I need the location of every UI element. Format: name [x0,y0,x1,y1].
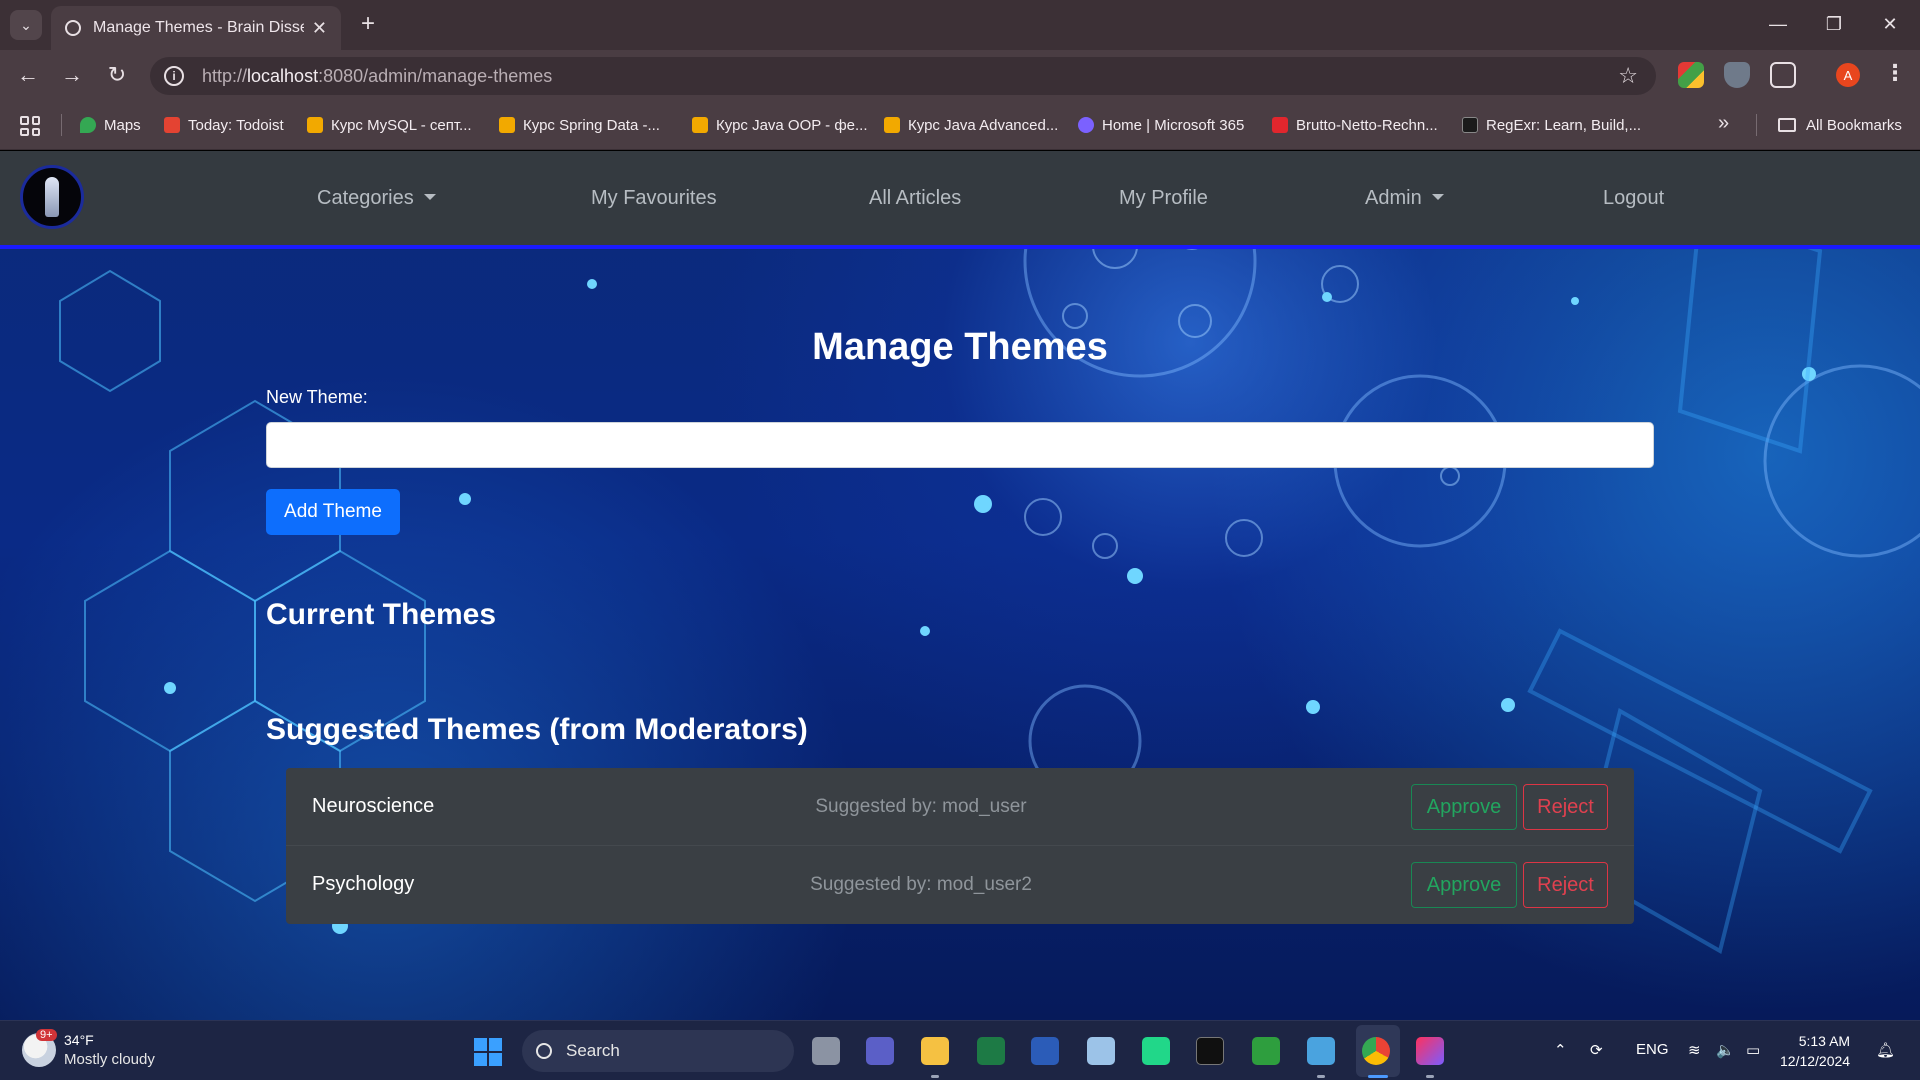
lock-app-icon[interactable] [1252,1037,1280,1065]
bookmark-star-icon[interactable]: ☆ [1618,63,1638,89]
teams-icon[interactable] [866,1037,894,1065]
current-themes-heading: Current Themes [266,598,497,631]
chrome-icon[interactable] [1362,1037,1390,1065]
folder-icon [1778,118,1796,132]
softuni-icon [884,117,900,133]
search-icon [536,1043,552,1059]
suggested-by-text: Suggested by: mod_user [815,796,1027,817]
forward-button[interactable]: → [56,59,88,91]
microsoft-365-icon [1078,117,1094,133]
bookmark-java-advanced-course[interactable]: Курс Java Advanced... [884,114,1058,136]
task-view-icon[interactable] [812,1037,840,1065]
page-title: Manage Themes [812,326,1108,368]
regexr-icon [1462,117,1478,133]
list-item: Psychology Suggested by: mod_user2 Appro… [286,846,1634,924]
add-theme-button[interactable]: Add Theme [266,489,400,535]
weather-badge: 9+ [36,1029,57,1041]
photos-icon[interactable] [1087,1037,1115,1065]
chevron-up-icon[interactable]: ⌃ [1554,1041,1567,1059]
all-bookmarks-button[interactable]: All Bookmarks [1778,114,1902,136]
bookmark-microsoft-365[interactable]: Home | Microsoft 365 [1078,114,1244,136]
suggested-themes-heading: Suggested Themes (from Moderators) [266,713,808,746]
extension-colorful-icon[interactable] [1678,62,1704,88]
suggested-by-text: Suggested by: mod_user2 [810,874,1032,895]
taskbar-search[interactable]: Search [522,1030,794,1072]
new-theme-input[interactable] [266,422,1654,468]
notification-bell-icon[interactable]: 🔔︎ [1876,1041,1895,1059]
clock-time: 5:13 AM [1798,1033,1851,1049]
new-theme-label: New Theme: [266,387,368,407]
reload-button[interactable]: ↻ [101,59,133,91]
list-item: Neuroscience Suggested by: mod_user Appr… [286,768,1634,846]
battery-icon[interactable]: ▭ [1746,1041,1760,1059]
bookmark-regexr[interactable]: RegExr: Learn, Build,... [1462,114,1641,136]
bookmark-java-oop-course[interactable]: Курс Java OOP - фе... [692,114,868,136]
browser-toolbar: ← → ↻ i http://localhost:8080/admin/mana… [0,50,1920,100]
running-indicator [1317,1075,1325,1078]
bookmark-brutto-netto[interactable]: Brutto-Netto-Rechn... [1272,114,1438,136]
intellij-icon[interactable] [1416,1037,1444,1065]
softuni-icon [499,117,515,133]
active-indicator [1368,1075,1388,1078]
approve-button[interactable]: Approve [1411,784,1517,830]
bookmark-maps[interactable]: Maps [80,114,141,136]
excel-icon[interactable] [977,1037,1005,1065]
file-explorer-icon[interactable] [921,1037,949,1065]
bookmarks-bar: Maps Today: Todoist Курс MySQL - септ...… [0,100,1920,150]
softuni-icon [692,117,708,133]
wifi-icon[interactable]: ≋ [1688,1041,1701,1059]
softuni-icon [307,117,323,133]
volume-icon[interactable]: 🔈 [1716,1041,1735,1059]
page-favicon-icon [65,20,81,36]
browser-menu-icon[interactable]: ⋮ [1884,60,1906,86]
more-bookmarks-icon[interactable]: » [1718,112,1729,135]
running-indicator [1426,1075,1434,1078]
close-window-button[interactable]: ✕ [1870,8,1910,40]
tab-title: Manage Themes - Brain Dissect [93,19,304,36]
reject-button[interactable]: Reject [1523,862,1608,908]
close-tab-icon[interactable]: ✕ [312,18,327,39]
apps-grid-icon[interactable] [20,116,40,136]
weather-temperature[interactable]: 34°F [64,1032,94,1048]
terminal-icon[interactable] [1196,1037,1224,1065]
running-indicator [931,1075,939,1078]
todoist-icon [164,117,180,133]
maps-pin-icon [80,117,96,133]
pycharm-icon[interactable] [1142,1037,1170,1065]
notepad-icon[interactable] [1307,1037,1335,1065]
extensions-puzzle-icon[interactable] [1770,62,1796,88]
bookmark-todoist[interactable]: Today: Todoist [164,114,284,136]
url-text: http://localhost:8080/admin/manage-theme… [202,65,553,86]
weather-description[interactable]: Mostly cloudy [64,1051,155,1068]
sync-icon[interactable]: ⟳ [1590,1041,1603,1059]
approve-button[interactable]: Approve [1411,862,1517,908]
site-info-icon[interactable]: i [164,66,184,86]
language-indicator[interactable]: ENG [1636,1041,1669,1058]
tab-search-button[interactable]: ⌄ [10,10,42,40]
bookmark-spring-data-course[interactable]: Курс Spring Data -... [499,114,660,136]
clock-date: 12/12/2024 [1780,1053,1851,1069]
back-button[interactable]: ← [12,59,44,91]
main-content: Manage Themes New Theme: Add Theme Curre… [0,151,1920,1020]
suggested-themes-list: Neuroscience Suggested by: mod_user Appr… [286,768,1634,924]
profile-avatar[interactable]: A [1836,63,1860,87]
windows-start-icon[interactable] [474,1038,502,1066]
brutto-netto-icon [1272,117,1288,133]
new-tab-button[interactable]: + [354,11,382,39]
bookmark-mysql-course[interactable]: Курс MySQL - септ... [307,114,472,136]
bookmark-separator [1756,114,1757,136]
web-page: Categories My Favourites All Articles My… [0,151,1920,1020]
bookmark-separator [61,114,62,136]
restore-window-button[interactable]: ❐ [1814,8,1854,40]
browser-tab-bar: ⌄ Manage Themes - Brain Dissect ✕ + — ❐ … [0,0,1920,50]
address-bar[interactable]: i http://localhost:8080/admin/manage-the… [150,57,1656,95]
windows-taskbar: 9+ 34°F Mostly cloudy Search ⌃ ⟳ ENG ≋ 🔈… [0,1020,1920,1080]
system-clock[interactable]: 5:13 AM 12/12/2024 [1780,1031,1850,1071]
reject-button[interactable]: Reject [1523,784,1608,830]
shield-extension-icon[interactable] [1724,62,1750,88]
word-icon[interactable] [1031,1037,1059,1065]
minimize-window-button[interactable]: — [1758,8,1798,40]
browser-tab-active[interactable]: Manage Themes - Brain Dissect ✕ [51,6,341,50]
